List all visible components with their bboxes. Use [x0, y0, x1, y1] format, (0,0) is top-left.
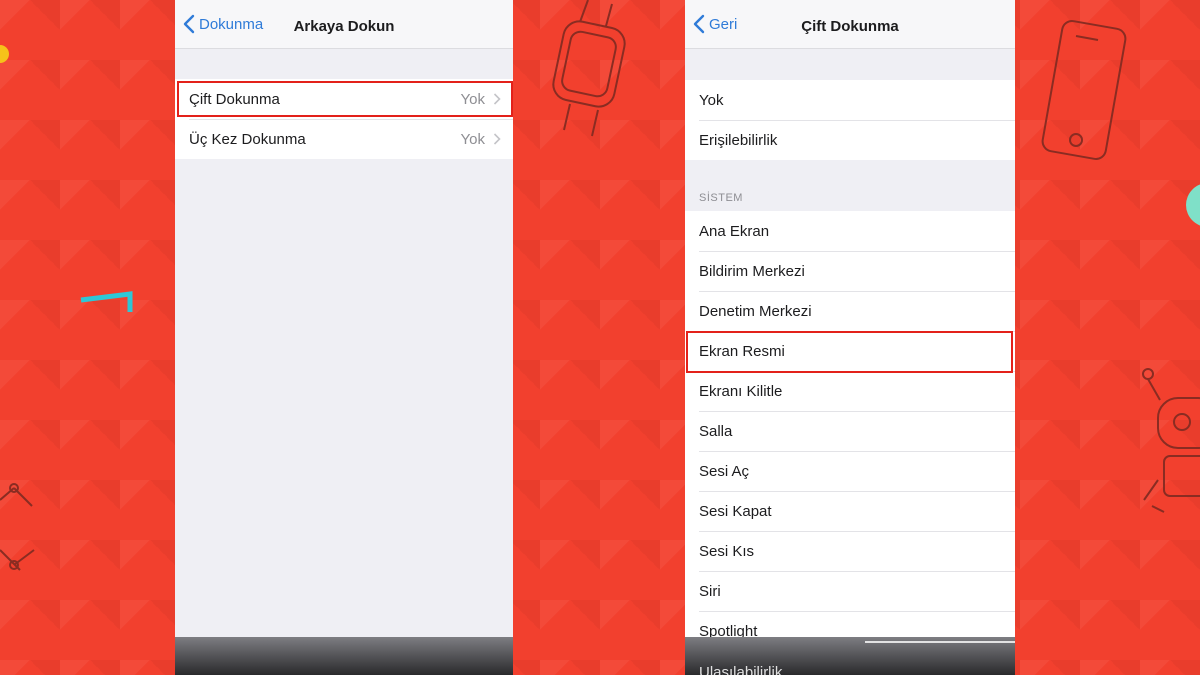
back-button[interactable]: Dokunma — [183, 0, 263, 48]
list-item-ekrani-kilitle[interactable]: Ekranı Kilitle — [685, 371, 1015, 411]
list-item-sesi-ac[interactable]: Sesi Aç — [685, 451, 1015, 491]
mint-dot-icon — [1186, 184, 1200, 226]
list-item-label: Sesi Kıs — [699, 542, 755, 560]
list-item-label: Ana Ekran — [699, 222, 770, 240]
list-item-sesi-kis[interactable]: Sesi Kıs — [685, 531, 1015, 571]
list-item-value: Yok — [460, 130, 485, 148]
list-item-ana-ekran[interactable]: Ana Ekran — [685, 211, 1015, 251]
back-button-label: Geri — [709, 15, 738, 33]
list-item-label: Yok — [699, 91, 724, 109]
list-item-label: Ekranı Kilitle — [699, 382, 783, 400]
list-item-label: Salla — [699, 422, 733, 440]
list-item-value: Yok — [460, 90, 485, 108]
navigation-bar: Geri Çift Dokunma — [685, 0, 1015, 49]
list-item-sesi-kapat[interactable]: Sesi Kapat — [685, 491, 1015, 531]
bottom-fade — [175, 637, 513, 675]
chevron-left-icon — [693, 14, 705, 34]
list-item-label: Çift Dokunma — [189, 90, 280, 108]
tap-options-list: Çift Dokunma Yok Üç Kez Dokunma Yok — [175, 79, 513, 159]
list-item-bildirim-merkezi[interactable]: Bildirim Merkezi — [685, 251, 1015, 291]
list-item-label: Ekran Resmi — [699, 342, 785, 360]
smartwatch-icon — [552, 0, 626, 137]
system-action-list: Ana Ekran Bildirim Merkezi Denetim Merke… — [685, 211, 1015, 651]
action-list-top: Yok Erişilebilirlik — [685, 80, 1015, 160]
list-item-cift-dokunma[interactable]: Çift Dokunma Yok — [175, 79, 513, 119]
list-item-salla[interactable]: Salla — [685, 411, 1015, 451]
list-item-label: Siri — [699, 582, 721, 600]
chevron-right-icon — [493, 133, 501, 145]
chevron-right-icon — [493, 93, 501, 105]
list-item-siri[interactable]: Siri — [685, 571, 1015, 611]
list-item-label: Sesi Aç — [699, 462, 750, 480]
robot-icon — [1142, 368, 1200, 513]
list-item-denetim-merkezi[interactable]: Denetim Merkezi — [685, 291, 1015, 331]
smartphone-icon — [1041, 20, 1127, 160]
chevron-left-icon — [183, 14, 195, 34]
back-button-label: Dokunma — [199, 15, 264, 33]
list-item-yok[interactable]: Yok — [685, 80, 1015, 120]
list-item-ulasilabilirlik[interactable]: Ulaşılabilirlik — [699, 664, 782, 675]
list-item-label: Erişilebilirlik — [699, 131, 778, 149]
circuit-icon — [0, 483, 35, 571]
list-item-label: Bildirim Merkezi — [699, 262, 805, 280]
list-item-erisilebilirlik[interactable]: Erişilebilirlik — [685, 120, 1015, 160]
back-button[interactable]: Geri — [693, 0, 737, 48]
list-item-label: Üç Kez Dokunma — [189, 130, 306, 148]
list-item-label: Denetim Merkezi — [699, 302, 812, 320]
navigation-bar: Dokunma Arkaya Dokun — [175, 0, 513, 49]
list-item-label: Sesi Kapat — [699, 502, 772, 520]
list-item-uc-kez-dokunma[interactable]: Üç Kez Dokunma Yok — [175, 119, 513, 159]
section-header-sistem: SİSTEM — [699, 192, 743, 204]
yellow-dot-icon — [0, 45, 9, 63]
list-item-ekran-resmi[interactable]: Ekran Resmi — [685, 331, 1015, 371]
phone-screen-arkaya-dokun: Dokunma Arkaya Dokun Çift Dokunma Yok Üç… — [175, 0, 513, 675]
cyan-bracket-icon — [80, 291, 133, 312]
home-indicator — [865, 641, 1015, 643]
phone-screen-cift-dokunma: Geri Çift Dokunma Yok Erişilebilirlik Sİ… — [685, 0, 1015, 675]
